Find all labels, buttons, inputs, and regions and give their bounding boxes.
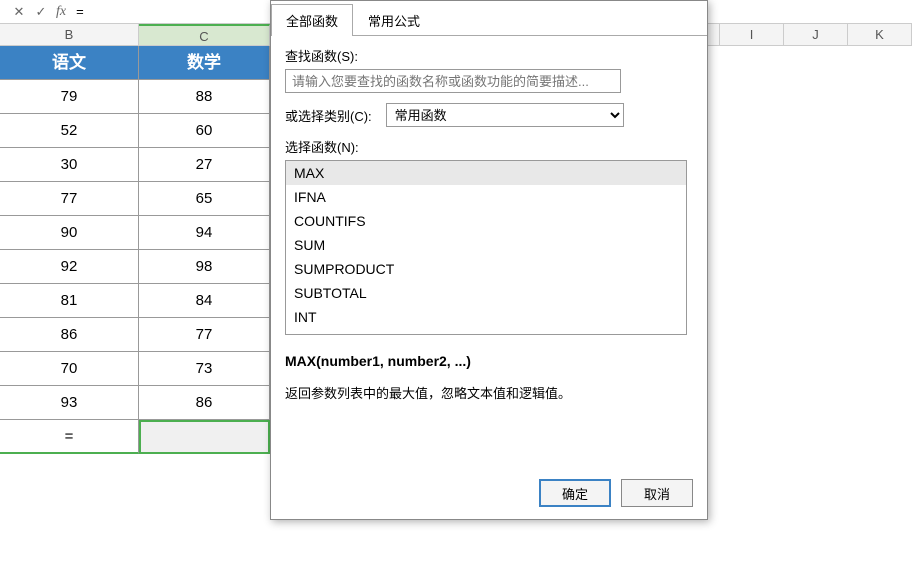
table-cell[interactable]: 79 [0, 80, 139, 114]
function-description: 返回参数列表中的最大值，忽略文本值和逻辑值。 [285, 383, 693, 402]
function-item[interactable]: IFNA [286, 185, 686, 209]
column-header-I[interactable]: I [720, 24, 784, 45]
accept-formula-icon[interactable]: ✓ [32, 3, 50, 21]
table-cell[interactable]: 81 [0, 284, 139, 318]
table-cell[interactable]: = [0, 420, 139, 454]
function-item[interactable]: SUMPRODUCT [286, 257, 686, 281]
table-cell[interactable]: 86 [139, 386, 270, 420]
table-cell[interactable]: 52 [0, 114, 139, 148]
function-item[interactable]: SUBTOTAL [286, 281, 686, 305]
search-label: 查找函数(S): [285, 46, 693, 65]
function-dialog: 全部函数 常用公式 查找函数(S): 或选择类别(C): 常用函数 选择函数(N… [270, 0, 708, 520]
tab-all-functions[interactable]: 全部函数 [271, 4, 353, 36]
column-header-B[interactable]: B [0, 24, 139, 45]
tab-common-formulas[interactable]: 常用公式 [353, 4, 435, 36]
table-cell[interactable]: 65 [139, 182, 270, 216]
table-cell[interactable]: 86 [0, 318, 139, 352]
function-item[interactable]: SUM [286, 233, 686, 257]
table-cell[interactable]: 92 [0, 250, 139, 284]
column-header-C[interactable]: C [139, 24, 270, 45]
dialog-body: 查找函数(S): 或选择类别(C): 常用函数 选择函数(N): MAXIFNA… [271, 36, 707, 412]
table-cell[interactable]: 93 [0, 386, 139, 420]
function-item[interactable]: MAX [286, 161, 686, 185]
formula-value[interactable]: = [72, 4, 84, 19]
table-cell[interactable]: 77 [139, 318, 270, 352]
function-item[interactable]: SIN [286, 329, 686, 335]
table-cell[interactable]: 84 [139, 284, 270, 318]
table-cell[interactable]: 88 [139, 80, 270, 114]
fx-icon[interactable]: fx [56, 4, 66, 20]
cancel-formula-icon[interactable]: ✕ [10, 3, 28, 21]
table-cell[interactable]: 77 [0, 182, 139, 216]
table-header[interactable]: 数学 [139, 46, 270, 80]
table-cell[interactable]: 98 [139, 250, 270, 284]
column-header-K[interactable]: K [848, 24, 912, 45]
category-select[interactable]: 常用函数 [386, 103, 624, 127]
cancel-button[interactable]: 取消 [621, 479, 693, 507]
table-cell[interactable]: 73 [139, 352, 270, 386]
table-cell[interactable]: 94 [139, 216, 270, 250]
function-item[interactable]: INT [286, 305, 686, 329]
column-header-J[interactable]: J [784, 24, 848, 45]
category-label: 或选择类别(C): [285, 106, 372, 125]
table-cell[interactable]: 30 [0, 148, 139, 182]
search-input[interactable] [285, 69, 621, 93]
function-list[interactable]: MAXIFNACOUNTIFSSUMSUMPRODUCTSUBTOTALINTS… [285, 160, 687, 335]
function-syntax: MAX(number1, number2, ...) [285, 353, 693, 369]
dialog-tabs: 全部函数 常用公式 [271, 1, 707, 36]
dialog-footer: 确定 取消 [539, 479, 693, 507]
table-cell[interactable]: 70 [0, 352, 139, 386]
ok-button[interactable]: 确定 [539, 479, 611, 507]
table-cell[interactable]: 60 [139, 114, 270, 148]
table-cell[interactable]: 27 [139, 148, 270, 182]
table-cell[interactable]: 90 [0, 216, 139, 250]
active-cell[interactable] [139, 420, 270, 454]
table-header[interactable]: 语文 [0, 46, 139, 80]
select-function-label: 选择函数(N): [285, 137, 693, 156]
function-item[interactable]: COUNTIFS [286, 209, 686, 233]
